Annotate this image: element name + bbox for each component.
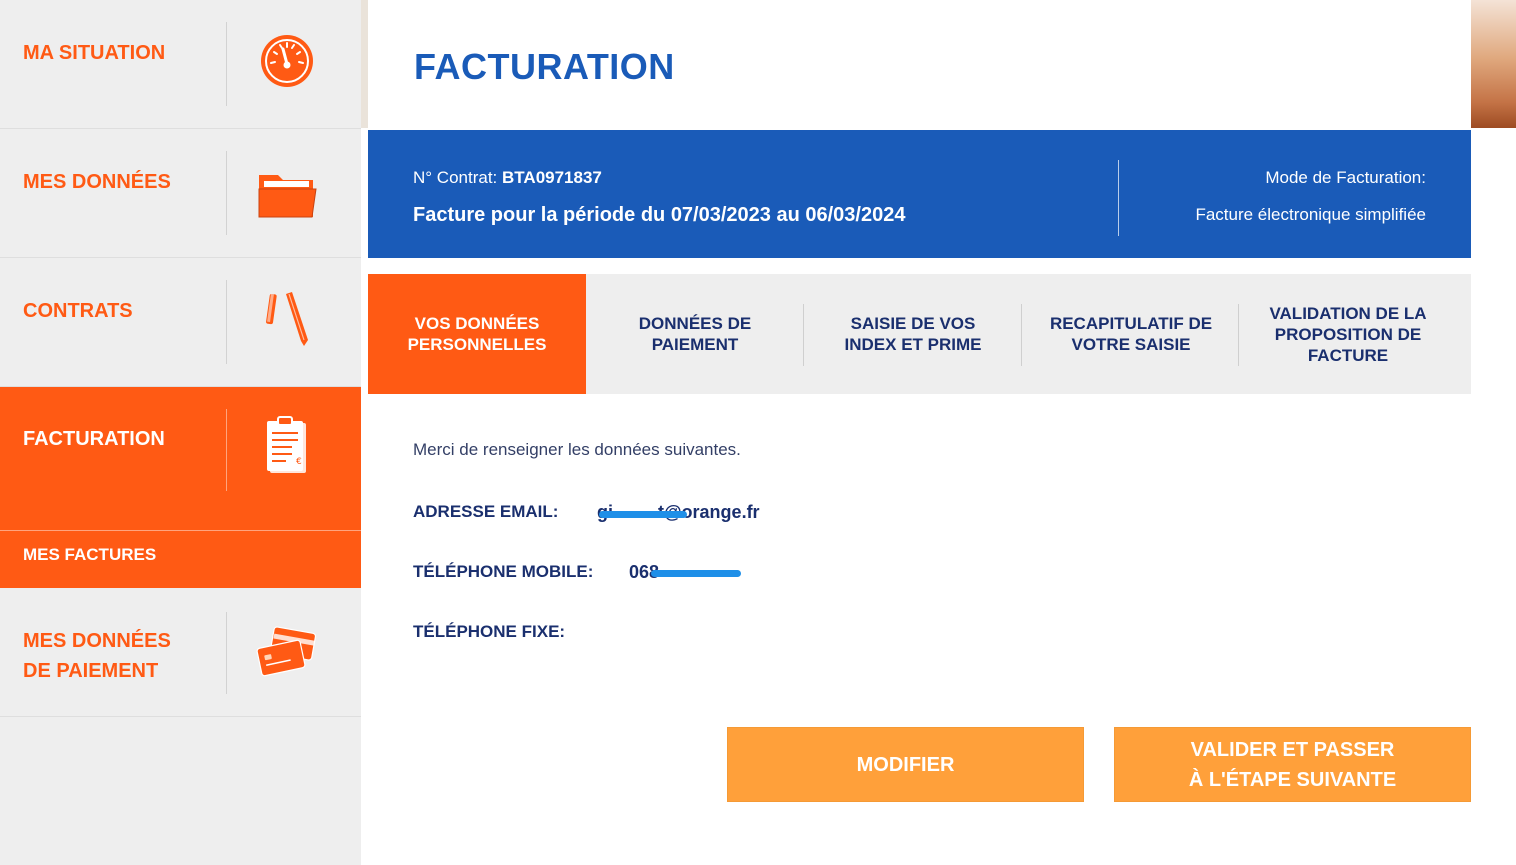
sidebar-subitem-label: MES FACTURES [23, 545, 157, 564]
validate-next-step-button[interactable]: VALIDER ET PASSER À L'ÉTAPE SUIVANTE [1114, 727, 1471, 802]
step-donnees-de-paiement[interactable]: DONNÉES DE PAIEMENT [586, 274, 804, 394]
credit-cards-icon [256, 626, 317, 677]
step-vos-donnees-personnelles[interactable]: VOS DONNÉES PERSONNELLES [368, 274, 586, 394]
contract-banner: N° Contrat: BTA0971837 Facture pour la p… [368, 130, 1471, 258]
page-title: FACTURATION [414, 46, 675, 87]
form-intro: Merci de renseigner les données suivante… [413, 440, 741, 459]
step-label-line: VALIDATION DE LA [1269, 303, 1427, 323]
sidebar-item-label-line2: DE PAIEMENT [23, 660, 159, 682]
billing-mode-value: Facture électronique simplifiée [1195, 205, 1426, 224]
folder-icon [258, 175, 317, 218]
sidebar-divider [226, 280, 227, 364]
sidebar-item-label: FACTURATION [23, 428, 165, 450]
validate-button-label-line: À L'ÉTAPE SUIVANTE [1188, 768, 1397, 791]
sidebar-item-label: CONTRATS [23, 300, 133, 322]
step-label-line: VOS DONNÉES [414, 314, 540, 333]
sidebar-item-label: MA SITUATION [23, 42, 166, 64]
sidebar: MA SITUATION MES DONNÉES CONTRATS FACTUR… [0, 0, 361, 865]
modify-button-label: MODIFIER [856, 753, 955, 776]
step-saisie-index-prime[interactable]: SAISIE DE VOS INDEX ET PRIME [804, 274, 1022, 394]
header-edge [361, 0, 368, 128]
billing-mode-label: Mode de Facturation: [1265, 168, 1426, 187]
header-photo [1471, 0, 1516, 128]
step-label-line: PROPOSITION DE [1274, 324, 1422, 344]
validate-button-label-line: VALIDER ET PASSER [1190, 738, 1395, 761]
sidebar-item-label: MES DONNÉES [23, 171, 171, 193]
step-validation-facture[interactable]: VALIDATION DE LA PROPOSITION DE FACTURE [1239, 274, 1457, 394]
sidebar-divider [226, 22, 227, 106]
contract-number-line: N° Contrat: BTA0971837 [413, 168, 602, 188]
email-label: ADRESSE EMAIL: [413, 502, 559, 521]
fixed-phone-label: TÉLÉPHONE FIXE: [413, 622, 566, 641]
page-header: FACTURATION [368, 0, 1471, 130]
step-label-line: INDEX ET PRIME [844, 335, 982, 354]
svg-text:€: € [296, 457, 302, 467]
sidebar-item-mes-donnees-de-paiement[interactable]: MES DONNÉES DE PAIEMENT [0, 588, 361, 717]
redaction-mark [651, 570, 741, 577]
contract-label: N° Contrat: [413, 168, 498, 187]
step-label-line: RECAPITULATIF DE [1049, 314, 1213, 333]
clipboard-invoice-icon: € [267, 416, 306, 473]
pen-icon [266, 292, 308, 346]
step-label-line: PAIEMENT [651, 335, 739, 354]
step-recapitulatif[interactable]: RECAPITULATIF DE VOTRE SAISIE [1022, 274, 1240, 394]
sidebar-divider [226, 612, 227, 694]
redaction-mark [599, 511, 687, 518]
sidebar-divider [226, 409, 227, 491]
step-label-line: VOTRE SAISIE [1071, 335, 1191, 354]
sidebar-divider [226, 151, 227, 235]
contract-number: BTA0971837 [502, 168, 602, 187]
gauge-icon [261, 35, 313, 87]
sidebar-item-ma-situation[interactable]: MA SITUATION [0, 0, 361, 129]
modify-button[interactable]: MODIFIER [727, 727, 1084, 802]
email-value: gi t@orange.fr [597, 502, 760, 523]
sidebar-item-mes-donnees[interactable]: MES DONNÉES [0, 129, 361, 258]
banner-divider [1118, 160, 1119, 236]
sidebar-subitem-mes-factures[interactable]: MES FACTURES [0, 530, 361, 588]
sidebar-item-contrats[interactable]: CONTRATS [0, 258, 361, 387]
sidebar-item-facturation[interactable]: FACTURATION € [0, 387, 361, 530]
step-label-line: DONNÉES DE [638, 314, 752, 333]
billing-period: Facture pour la période du 07/03/2023 au… [413, 204, 906, 226]
mobile-value[interactable]: 068 [629, 562, 741, 583]
step-label-line: SAISIE DE VOS [850, 314, 976, 333]
step-label-line: PERSONNELLES [407, 335, 547, 354]
step-tabs: VOS DONNÉES PERSONNELLES DONNÉES DE PAIEME… [368, 274, 1471, 394]
step-label-line: FACTURE [1307, 345, 1389, 365]
mobile-label: TÉLÉPHONE MOBILE: [413, 562, 594, 581]
sidebar-item-label-line1: MES DONNÉES [23, 630, 171, 652]
